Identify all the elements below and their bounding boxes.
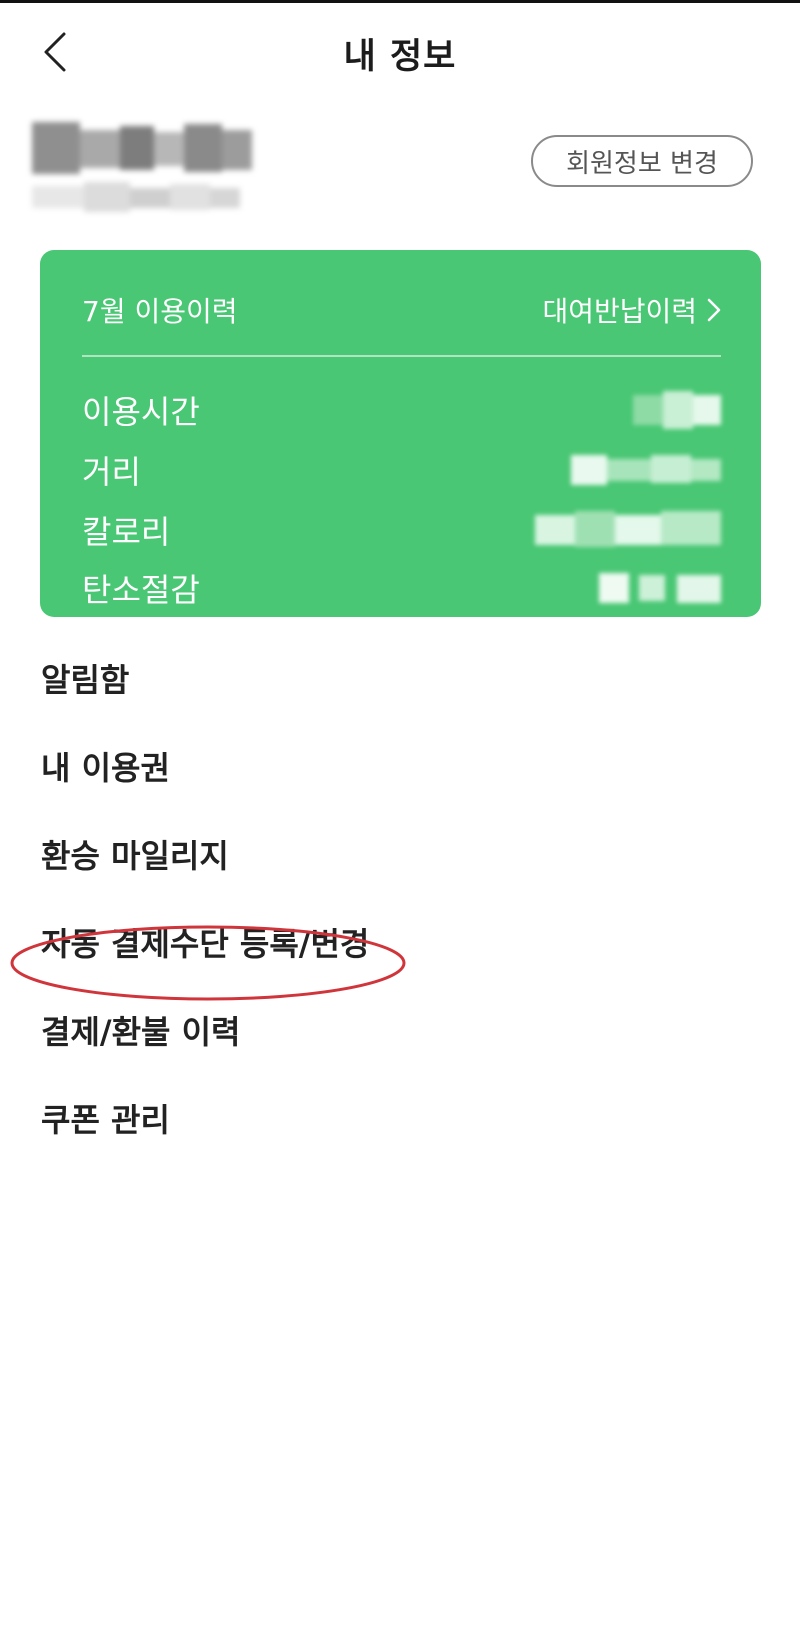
card-divider <box>82 355 721 357</box>
stat-value-redacted <box>535 511 721 549</box>
page-title: 내 정보 <box>343 37 457 77</box>
stat-label: 칼로리 <box>82 513 171 551</box>
menu-item-payment-refund-history[interactable]: 결제/환불 이력 <box>41 1002 240 1058</box>
edit-member-info-button[interactable]: 회원정보 변경 <box>531 135 753 187</box>
stat-row-usage-time: 이용시간 <box>82 385 721 435</box>
stat-row-carbon-reduction: 탄소절감 <box>82 563 721 613</box>
menu-item-notifications[interactable]: 알림함 <box>41 650 129 706</box>
menu-item-transfer-mileage[interactable]: 환승 마일리지 <box>41 826 229 882</box>
app-header: 내 정보 <box>0 0 800 110</box>
rental-return-history-label: 대여반납이력 <box>542 295 697 328</box>
menu-item-auto-payment-method[interactable]: 자동 결제수단 등록/변경 <box>41 914 369 970</box>
stat-row-calories: 칼로리 <box>82 505 721 555</box>
stat-label: 이용시간 <box>82 393 200 431</box>
stat-label: 탄소절감 <box>82 571 200 609</box>
stat-row-distance: 거리 <box>82 445 721 495</box>
stat-value-redacted <box>633 391 721 429</box>
usage-history-card: 7월 이용이력 대여반납이력 이용시간 거리 칼로리 탄소절감 <box>40 250 761 617</box>
rental-return-history-link[interactable]: 대여반납이력 <box>542 290 721 330</box>
usage-card-title: 7월 이용이력 <box>82 295 238 328</box>
user-id-redacted <box>32 182 242 212</box>
profile-section <box>32 118 262 218</box>
menu-item-my-passes[interactable]: 내 이용권 <box>41 738 170 794</box>
stat-value-redacted <box>571 451 721 489</box>
stat-label: 거리 <box>82 453 141 491</box>
stat-value-redacted <box>599 569 721 607</box>
menu-item-coupon-management[interactable]: 쿠폰 관리 <box>41 1090 170 1146</box>
usage-card-header: 7월 이용이력 대여반납이력 <box>82 290 721 330</box>
chevron-right-icon <box>707 298 721 322</box>
user-name-redacted <box>32 122 254 174</box>
